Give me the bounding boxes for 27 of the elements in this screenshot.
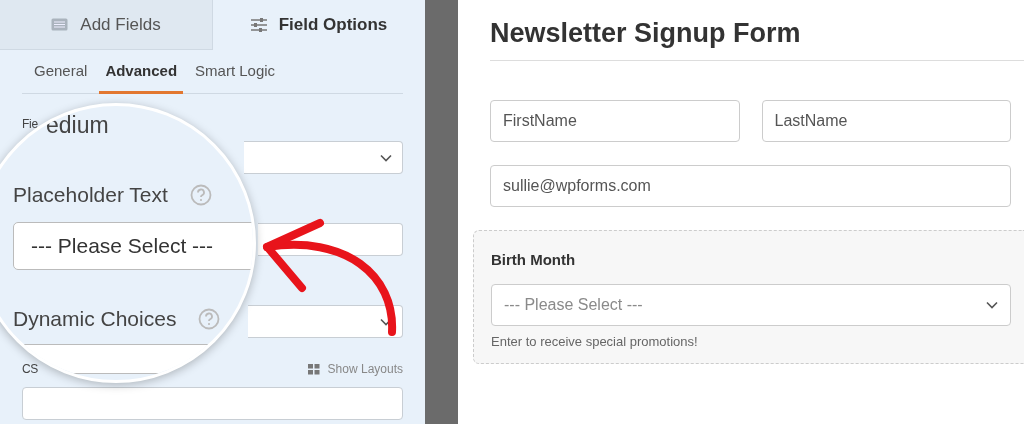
magnified-label: Dynamic Choices — [13, 306, 177, 332]
name-field[interactable]: LastName — [761, 100, 1011, 142]
help-icon[interactable] — [189, 184, 212, 206]
sliders-icon — [250, 18, 267, 32]
select-field[interactable] — [244, 141, 403, 174]
magnified-input-field: --- Please Select --- — [13, 222, 253, 270]
field-label: Fie — [22, 117, 38, 131]
panel-tab[interactable]: Add Fields — [0, 0, 212, 50]
field-label: Birth Month — [491, 251, 577, 268]
help-icon[interactable] — [198, 308, 221, 330]
chevron-down-icon — [380, 153, 392, 162]
field-description: Enter to receive special promotions! — [491, 334, 699, 349]
select-field[interactable]: --- Please Select --- — [491, 284, 1011, 326]
field-label: CS — [22, 362, 39, 376]
magnified-label: edium — [46, 112, 110, 138]
grid-icon — [307, 363, 320, 375]
email-field[interactable]: sullie@wpforms.com — [490, 165, 1011, 207]
select-field[interactable] — [248, 305, 403, 338]
form-icon — [51, 18, 69, 31]
input-field[interactable] — [22, 387, 403, 420]
name-field[interactable]: FirstName — [490, 100, 740, 142]
chevron-down-icon — [986, 301, 998, 309]
magnified-label: Placeholder Text — [13, 182, 168, 208]
settings-tab[interactable]: General — [22, 50, 94, 94]
form-title: Newsletter Signup Form — [490, 18, 802, 50]
settings-tab[interactable]: Advanced — [99, 50, 184, 94]
settings-tab[interactable]: Smart Logic — [189, 50, 282, 94]
